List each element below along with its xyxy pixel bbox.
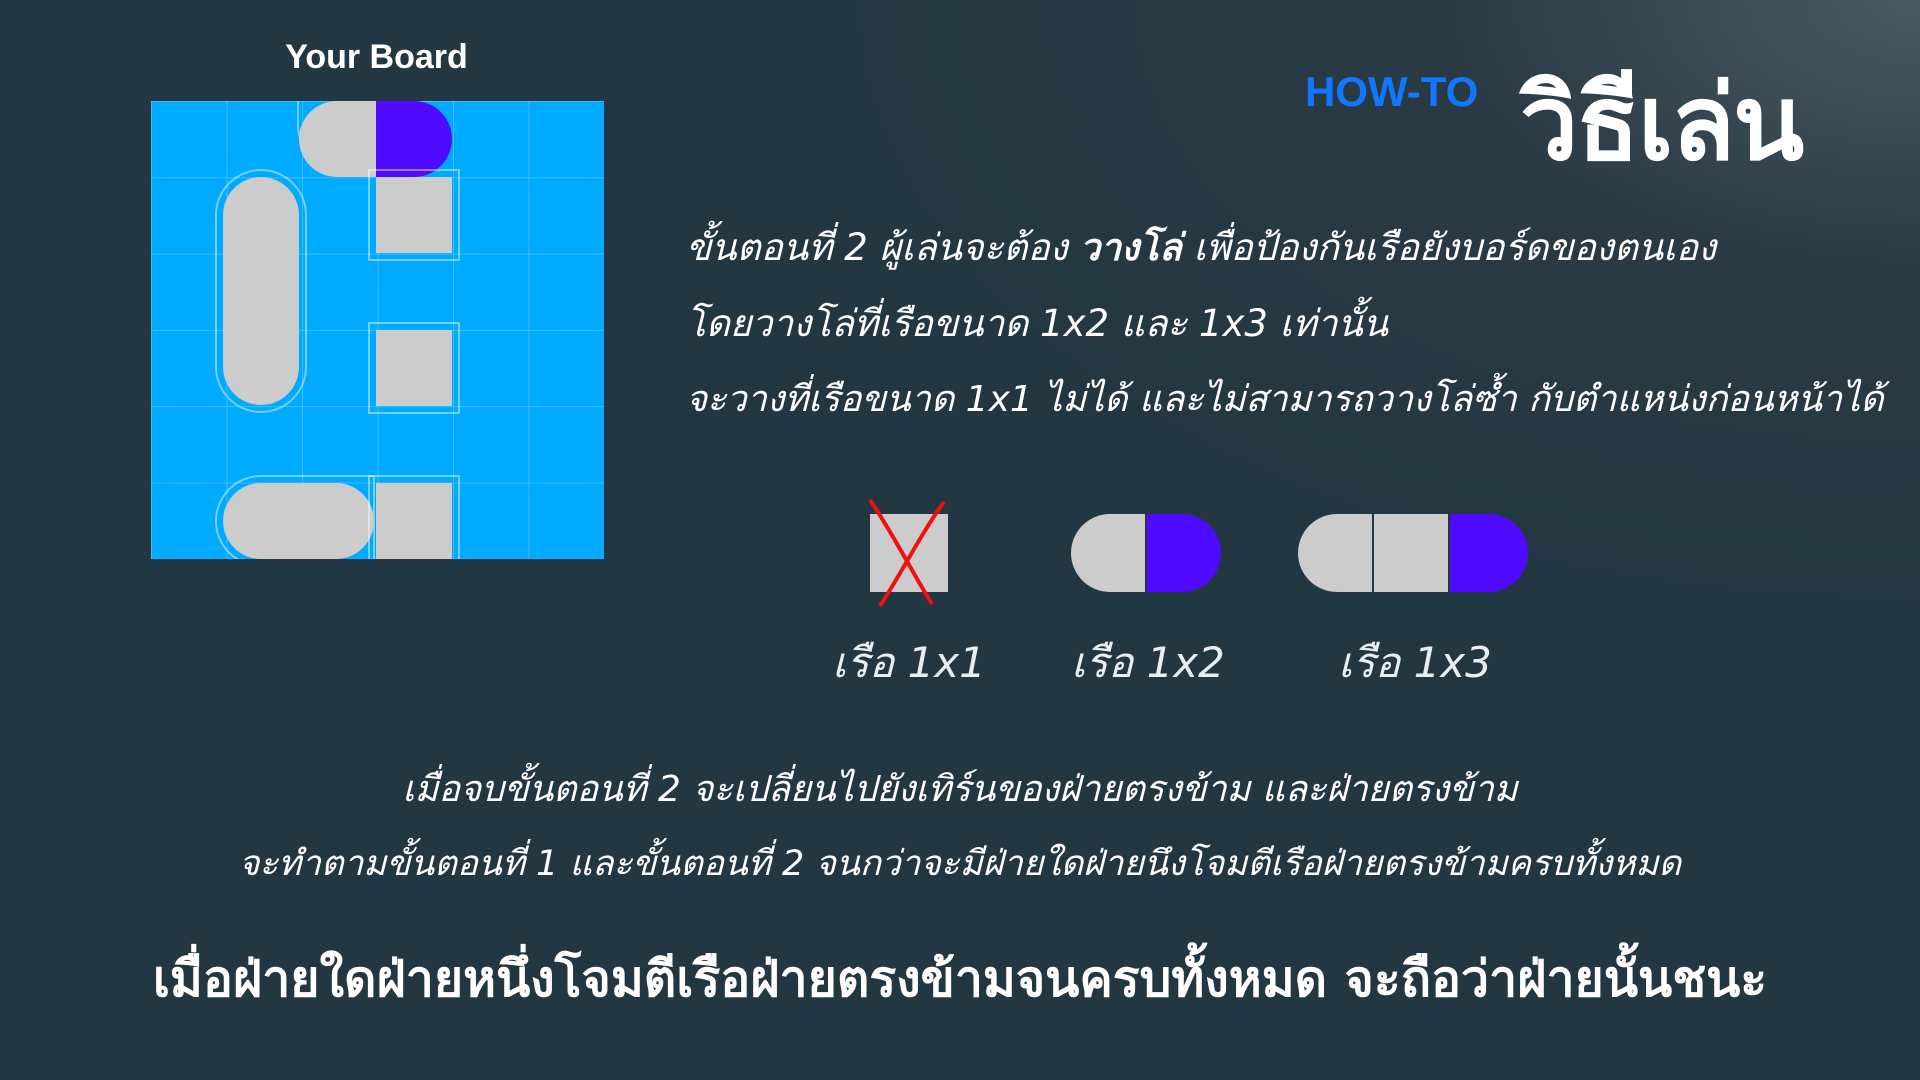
ship-example-1x2	[1071, 514, 1221, 592]
ship-1x1-b[interactable]	[376, 330, 452, 406]
ship-1x1-c[interactable]	[376, 483, 452, 559]
ship-example-1x1	[868, 498, 948, 608]
ship-label-1x1: เรือ 1x1	[832, 638, 986, 687]
ship-hit-segment	[1147, 514, 1221, 592]
win-condition: เมื่อฝ่ายใดฝ่ายหนึ่งโจมตีเรือฝ่ายตรงข้าม…	[152, 950, 1768, 1008]
cross-icon	[868, 498, 946, 608]
instruction-line-1: ขั้นตอนที่ 2 ผู้เล่นจะต้อง วางโล่ เพื่อป…	[686, 218, 1716, 277]
ship-1x2-horizontal-bottom[interactable]	[223, 483, 374, 559]
howto-label: HOW-TO	[1305, 68, 1479, 115]
ship-segment	[1071, 514, 1145, 592]
game-board[interactable]	[151, 101, 604, 559]
ship-segment	[1298, 514, 1372, 592]
ship-label-1x2: เรือ 1x2	[1071, 638, 1225, 687]
page-title: วิธีเล่น	[1520, 62, 1804, 184]
ship-hit-segment	[1450, 514, 1528, 592]
ship-1x1-a[interactable]	[376, 177, 452, 253]
ship-example-1x3	[1298, 514, 1528, 592]
paragraph-line-2: จะทำตามขั้นตอนที่ 1 และขั้นตอนที่ 2 จนกว…	[238, 844, 1682, 884]
ship-segment	[1374, 514, 1448, 592]
instruction-line-3: จะวางที่เรือขนาด 1x1 ไม่ได้ และไม่สามารถ…	[686, 379, 1884, 420]
ship-hit-segment	[376, 101, 452, 177]
instruction-text: เพื่อป้องกันเรือยังบอร์ดของตนเอง	[1181, 226, 1717, 269]
instruction-text: ขั้นตอนที่ 2 ผู้เล่นจะต้อง	[686, 226, 1080, 269]
board-title: Your Board	[285, 38, 468, 76]
instruction-line-2: โดยวางโล่ที่เรือขนาด 1x2 และ 1x3 เท่านั้…	[686, 302, 1389, 345]
instruction-keyword: วางโล่	[1079, 226, 1182, 269]
ship-1x3-vertical[interactable]	[223, 177, 299, 405]
ship-label-1x3: เรือ 1x3	[1338, 638, 1492, 687]
ship-1x2-horizontal-top-body[interactable]	[299, 101, 376, 177]
paragraph-line-1: เมื่อจบขั้นตอนที่ 2 จะเปลี่ยนไปยังเทิร์น…	[402, 769, 1518, 810]
